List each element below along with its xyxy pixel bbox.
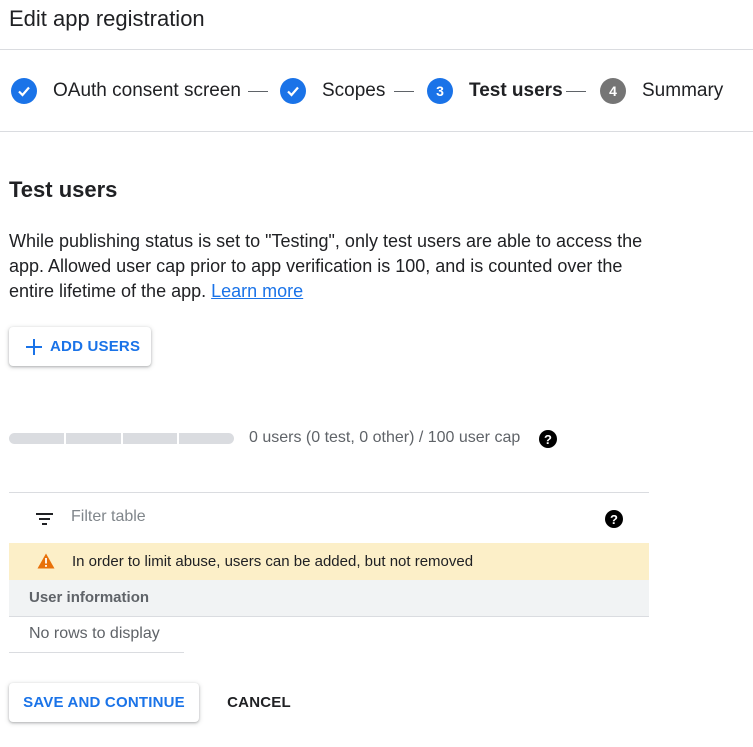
step-label: Scopes [322,80,386,101]
step-summary[interactable]: 4 Summary [600,78,723,104]
step-connector [394,91,414,92]
step-number-badge: 4 [600,78,626,104]
step-oauth-consent-screen[interactable]: OAuth consent screen [11,78,241,104]
step-label: Test users [469,80,563,101]
learn-more-link[interactable]: Learn more [211,281,303,301]
add-users-button[interactable]: ADD USERS [9,327,151,366]
empty-table-text: No rows to display [29,625,160,642]
save-and-continue-button[interactable]: SAVE AND CONTINUE [9,683,199,722]
page-header: Edit app registration [0,0,753,50]
plus-icon [26,338,42,355]
column-header-label: User information [29,589,150,606]
test-users-table: Filter table ? In order to limit abuse, … [9,492,649,653]
column-header-user-information[interactable]: User information [9,580,649,617]
help-icon[interactable]: ? [605,510,623,528]
warning-text: In order to limit abuse, users can be ad… [72,553,474,570]
cancel-button[interactable]: CANCEL [214,683,304,722]
step-number-badge: 3 [427,78,453,104]
check-icon [280,78,306,104]
step-connector [248,91,268,92]
check-icon [11,78,37,104]
filter-row: Filter table ? [9,492,649,543]
user-cap-progress-bar [9,433,234,444]
add-users-label: ADD USERS [50,338,141,355]
help-icon[interactable]: ? [539,430,557,448]
step-scopes[interactable]: Scopes [280,78,385,104]
step-label: Summary [642,80,724,101]
step-connector [566,91,586,92]
section-title: Test users [9,177,118,202]
step-test-users[interactable]: 3 Test users [427,78,563,104]
stepper: OAuth consent screen Scopes 3 Test users… [0,50,753,132]
filter-icon[interactable] [36,513,53,525]
section-description: While publishing status is set to "Testi… [9,229,659,304]
warning-icon [37,553,55,569]
warning-banner: In order to limit abuse, users can be ad… [9,543,649,580]
page-title: Edit app registration [9,6,205,31]
empty-table-row: No rows to display [9,617,184,653]
description-text: While publishing status is set to "Testi… [9,231,643,301]
step-label: OAuth consent screen [53,80,241,101]
user-cap-text: 0 users (0 test, 0 other) / 100 user cap [249,429,521,446]
filter-input[interactable]: Filter table [71,508,146,526]
